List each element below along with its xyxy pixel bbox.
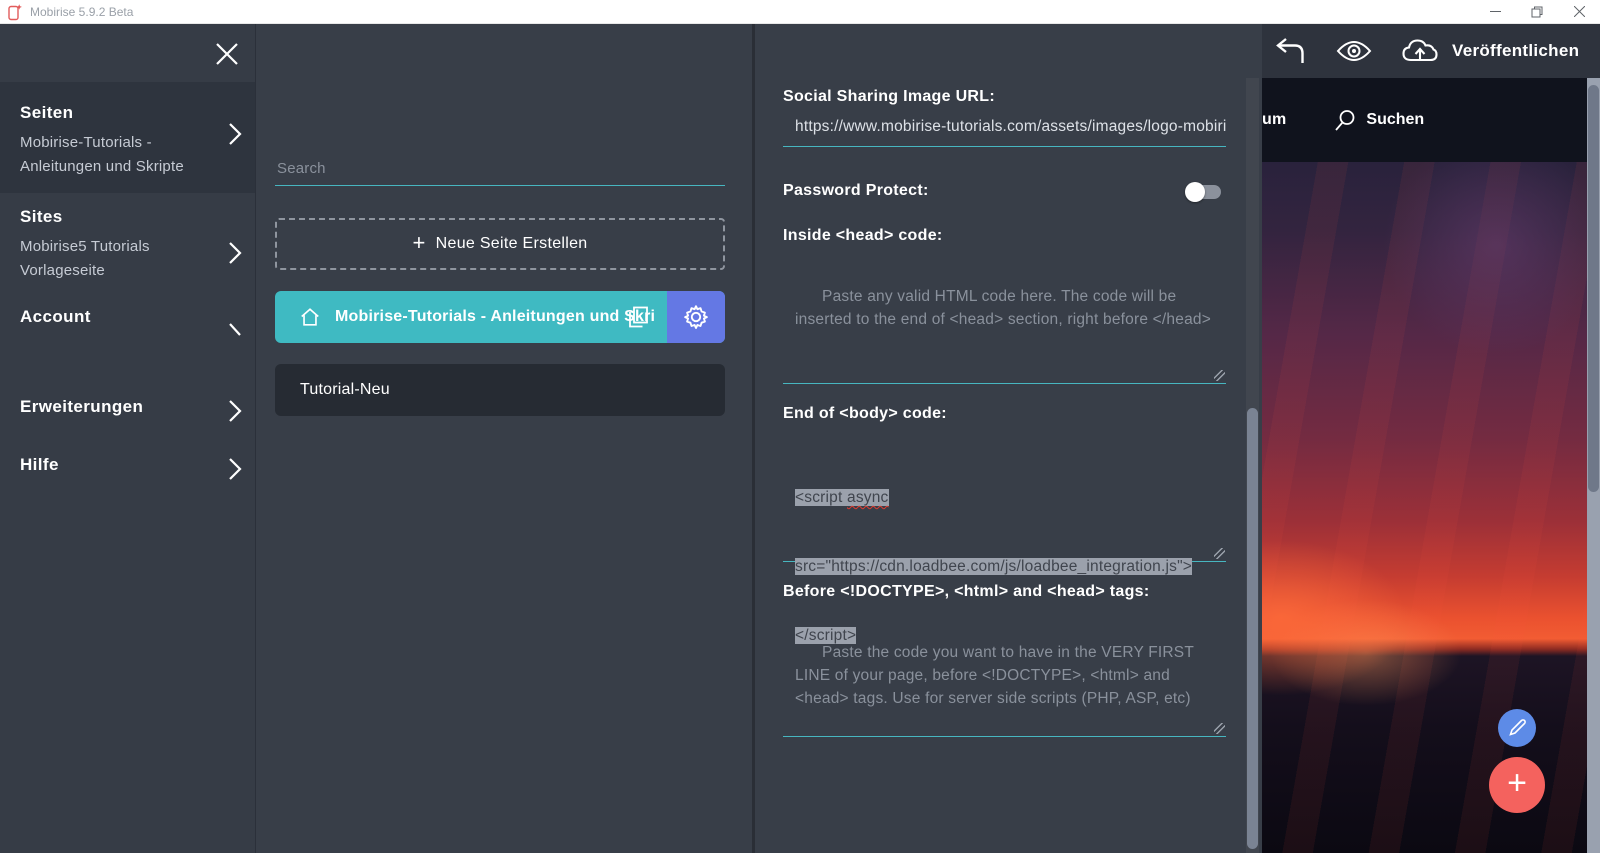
- sidebar-item-sites[interactable]: Sites Mobirise5 Tutorials Vorlageseite: [0, 207, 255, 283]
- chevron-right-icon: [227, 457, 243, 481]
- preview-scrollbar[interactable]: [1587, 78, 1600, 853]
- new-page-button[interactable]: + Neue Seite Erstellen: [275, 218, 725, 270]
- chevron-right-icon: [227, 241, 243, 265]
- eye-icon: [1336, 39, 1372, 63]
- plus-icon: +: [412, 230, 425, 256]
- misspelled-word: async: [847, 489, 889, 506]
- new-page-button-label: Neue Seite Erstellen: [436, 235, 588, 253]
- search-icon: [1334, 109, 1357, 132]
- add-block-fab[interactable]: +: [1489, 757, 1545, 813]
- textarea-placeholder: Paste any valid HTML code here. The code…: [795, 288, 1211, 328]
- textarea-placeholder: Paste the code you want to have in the V…: [795, 644, 1198, 707]
- chevron-right-icon: [227, 399, 243, 423]
- password-protect-label: Password Protect:: [783, 182, 929, 200]
- preview-search-label: Suchen: [1366, 111, 1424, 129]
- before-doctype-label: Before <!DOCTYPE>, <html> and <head> tag…: [783, 583, 1149, 601]
- undo-button[interactable]: [1268, 36, 1312, 66]
- social-image-url-input[interactable]: [783, 112, 1226, 146]
- toggle-knob: [1185, 182, 1205, 202]
- close-sidebar-button[interactable]: [213, 40, 241, 68]
- duplicate-page-icon[interactable]: [625, 304, 651, 330]
- page-settings-panel: Social Sharing Image URL: Password Prote…: [752, 24, 1262, 853]
- window-title: Mobirise 5.9.2 Beta: [30, 5, 133, 19]
- mobirise-app-icon: [8, 4, 22, 21]
- page-row[interactable]: Tutorial-Neu: [275, 364, 725, 416]
- social-image-url-label: Social Sharing Image URL:: [783, 88, 995, 106]
- sidebar-item-subtitle: Mobirise-Tutorials - Anleitungen und Skr…: [20, 131, 235, 179]
- page-search-input[interactable]: [275, 156, 725, 186]
- sidebar-item-label: Seiten: [20, 103, 255, 123]
- main-sidebar: Seiten Mobirise-Tutorials - Anleitungen …: [0, 24, 256, 853]
- inside-head-code-textarea[interactable]: Paste any valid HTML code here. The code…: [783, 250, 1226, 384]
- sidebar-item-hilfe[interactable]: Hilfe: [0, 455, 255, 475]
- restore-button[interactable]: [1516, 0, 1558, 23]
- edit-style-fab[interactable]: [1498, 709, 1536, 747]
- sidebar-item-subtitle: Mobirise5 Tutorials Vorlageseite: [20, 235, 235, 283]
- chevron-right-icon: [227, 122, 243, 146]
- inside-head-code-label: Inside <head> code:: [783, 227, 943, 245]
- password-protect-toggle[interactable]: [1185, 182, 1223, 202]
- mobirise-app-window: Mobirise 5.9.2 Beta Seiten Mobirise-Tuto…: [0, 0, 1600, 853]
- sidebar-item-label: Sites: [20, 207, 255, 227]
- home-icon: [299, 306, 321, 328]
- pages-panel: + Neue Seite Erstellen Mobirise-Tutorial…: [256, 24, 752, 853]
- pencil-icon: [1507, 718, 1527, 738]
- end-body-code-label: End of <body> code:: [783, 405, 947, 423]
- sunset-hero-image: [1262, 162, 1587, 853]
- page-name: Mobirise-Tutorials - Anleitungen und Skr…: [335, 308, 655, 326]
- sidebar-item-label: Hilfe: [20, 455, 255, 475]
- os-titlebar: Mobirise 5.9.2 Beta: [0, 0, 1600, 24]
- top-toolbar: Veröffentlichen: [1262, 24, 1600, 78]
- plus-icon: +: [1507, 764, 1527, 803]
- settings-scrollbar[interactable]: [1246, 78, 1259, 853]
- gear-icon: [682, 303, 710, 331]
- preview-search-link[interactable]: Suchen: [1334, 109, 1424, 132]
- preview-scrollbar-thumb[interactable]: [1588, 85, 1599, 492]
- sidebar-item-account[interactable]: Account: [0, 307, 255, 327]
- resize-handle[interactable]: [1214, 370, 1225, 381]
- sidebar-item-label: Erweiterungen: [20, 397, 255, 417]
- preview-nav-link[interactable]: um: [1262, 111, 1286, 129]
- page-name: Tutorial-Neu: [300, 381, 390, 399]
- sidebar-item-label: Account: [20, 307, 255, 327]
- resize-handle[interactable]: [1214, 548, 1225, 559]
- site-preview: um Suchen +: [1262, 78, 1587, 853]
- end-body-code-textarea[interactable]: <script async src="https://cdn.loadbee.c…: [783, 428, 1226, 562]
- sidebar-item-seiten[interactable]: Seiten Mobirise-Tutorials - Anleitungen …: [0, 82, 255, 193]
- settings-scrollbar-thumb[interactable]: [1247, 408, 1258, 849]
- publish-button-label: Veröffentlichen: [1452, 41, 1579, 61]
- close-icon: [217, 44, 237, 64]
- undo-icon: [1273, 36, 1307, 66]
- chevron-partial-icon: [227, 319, 243, 343]
- preview-button[interactable]: [1334, 39, 1374, 63]
- minimize-button[interactable]: [1474, 0, 1516, 23]
- preview-navbar: um Suchen: [1262, 78, 1587, 162]
- resize-handle[interactable]: [1214, 723, 1225, 734]
- sidebar-item-erweiterungen[interactable]: Erweiterungen: [0, 397, 255, 417]
- close-window-button[interactable]: [1558, 0, 1600, 23]
- page-settings-button[interactable]: [667, 291, 725, 343]
- cloud-upload-icon: [1400, 36, 1440, 66]
- page-row-active[interactable]: Mobirise-Tutorials - Anleitungen und Skr…: [275, 291, 725, 343]
- before-doctype-textarea[interactable]: Paste the code you want to have in the V…: [783, 606, 1226, 737]
- publish-button[interactable]: Veröffentlichen: [1400, 36, 1579, 66]
